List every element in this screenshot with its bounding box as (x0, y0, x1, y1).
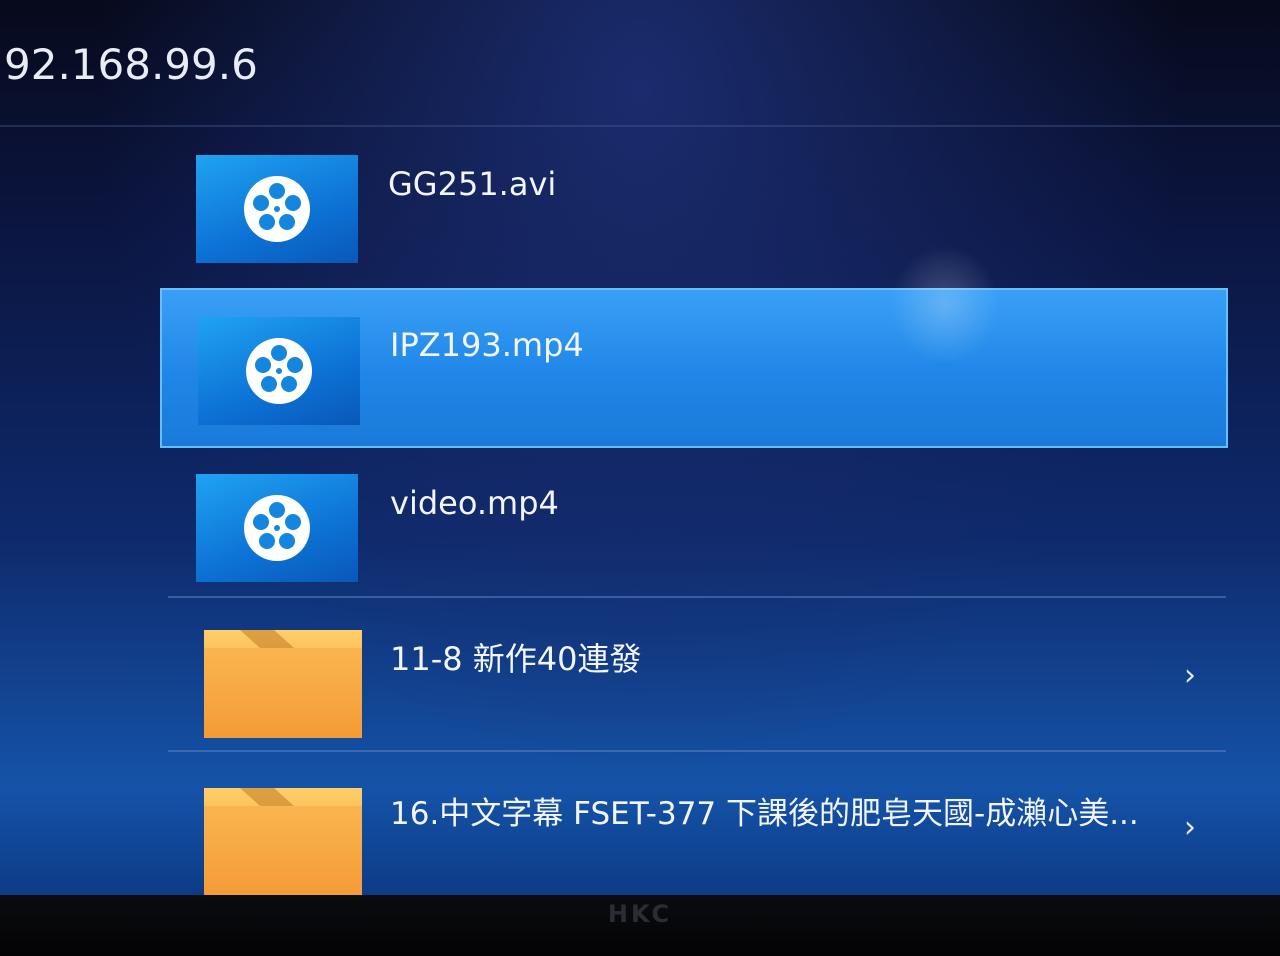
file-row-gg251[interactable]: GG251.avi (160, 155, 1228, 305)
file-name: GG251.avi (388, 165, 557, 203)
film-reel-icon (244, 495, 310, 561)
folder-name: 16.中文字幕 FSET-377 下課後的肥皂天國-成瀨心美... (390, 796, 1139, 832)
file-row-ipz193[interactable]: IPZ193.mp4 (160, 288, 1228, 448)
header-divider (0, 125, 1280, 127)
file-row-video[interactable]: video.mp4 (160, 474, 1228, 624)
chevron-right-icon: › (1184, 658, 1196, 693)
video-thumbnail (196, 155, 358, 263)
folder-row-16[interactable]: 16.中文字幕 FSET-377 下課後的肥皂天國-成瀨心美... › (160, 788, 1228, 895)
folder-row-11-8[interactable]: 11-8 新作40連發 › (160, 630, 1228, 780)
video-thumbnail (198, 317, 360, 425)
folder-icon (204, 630, 362, 738)
path-title: 92.168.99.6 (4, 40, 258, 89)
video-thumbnail (196, 474, 358, 582)
film-reel-icon (244, 176, 310, 242)
folder-icon (204, 788, 362, 895)
brand-logo: HKC (607, 900, 673, 928)
film-reel-icon (246, 338, 312, 404)
row-divider (168, 596, 1226, 598)
file-name: IPZ193.mp4 (390, 326, 584, 364)
folder-name: 11-8 新作40連發 (390, 640, 642, 678)
row-divider (168, 750, 1226, 752)
chevron-right-icon: › (1184, 810, 1196, 845)
file-name: video.mp4 (390, 484, 559, 522)
tv-screen: 92.168.99.6 GG251.avi IPZ193.mp4 video.m… (0, 0, 1280, 895)
